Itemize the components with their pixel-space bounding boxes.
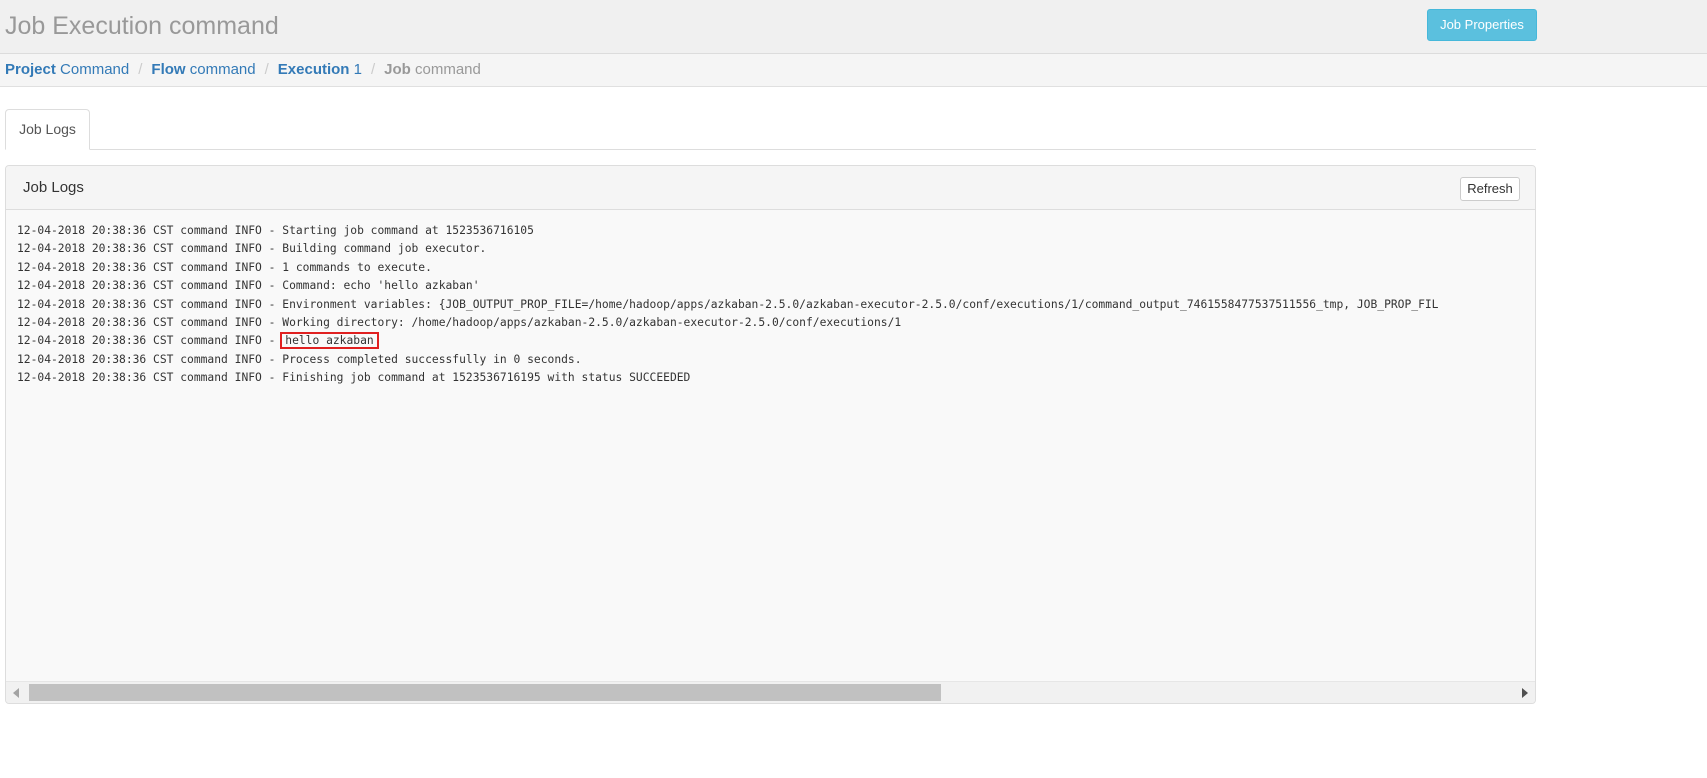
- log-line: 12-04-2018 20:38:36 CST command INFO - 1…: [17, 259, 1439, 277]
- log-output: 12-04-2018 20:38:36 CST command INFO - S…: [6, 211, 1535, 681]
- scroll-left-arrow-icon[interactable]: [13, 688, 19, 698]
- log-line: 12-04-2018 20:38:36 CST command INFO - W…: [17, 314, 1439, 332]
- breadcrumb-bar: Project Command / Flow command / Execution 1…: [0, 54, 1707, 87]
- panel-title: Job Logs: [23, 179, 84, 196]
- breadcrumb-project-link[interactable]: Project Command: [5, 61, 129, 78]
- log-message: Process completed successfully in 0 seco…: [282, 352, 582, 366]
- page-header: Job Execution command Job Properties: [0, 0, 1707, 54]
- scroll-right-arrow-icon[interactable]: [1522, 688, 1528, 698]
- log-prefix: 12-04-2018 20:38:36 CST command INFO -: [17, 224, 283, 237]
- highlighted-log-message: hello azkaban: [280, 332, 379, 350]
- log-line: 12-04-2018 20:38:36 CST command INFO - h…: [17, 332, 1439, 350]
- tab-bar: Job Logs: [5, 109, 1536, 150]
- log-message: 1 commands to execute.: [282, 260, 432, 274]
- breadcrumb-project-value: Command: [60, 61, 130, 78]
- breadcrumb-job-value: command: [415, 61, 481, 78]
- tab-job-logs[interactable]: Job Logs: [5, 109, 90, 150]
- job-properties-button[interactable]: Job Properties: [1427, 9, 1537, 41]
- breadcrumb-project-label: Project: [5, 61, 56, 78]
- job-logs-panel: Job Logs Refresh 12-04-2018 20:38:36 CST…: [5, 165, 1536, 704]
- log-message: Command: echo 'hello azkaban': [282, 279, 480, 293]
- log-message: Building command job executor.: [282, 242, 487, 256]
- breadcrumb-job-current: Job command: [384, 61, 481, 78]
- page-title: Job Execution command: [5, 12, 279, 40]
- log-prefix: 12-04-2018 20:38:36 CST command INFO -: [17, 315, 283, 329]
- log-message: Starting job command at 1523536716105: [282, 224, 534, 237]
- log-message: Environment variables: {JOB_OUTPUT_PROP_…: [282, 297, 1439, 311]
- log-line: 12-04-2018 20:38:36 CST command INFO - P…: [17, 351, 1439, 369]
- breadcrumb-separator: /: [370, 61, 376, 78]
- breadcrumb-flow-link[interactable]: Flow command: [151, 61, 255, 78]
- breadcrumb-job-label: Job: [384, 61, 411, 78]
- breadcrumb-flow-label: Flow: [151, 61, 186, 78]
- breadcrumb-flow-value: command: [189, 61, 256, 78]
- log-prefix: 12-04-2018 20:38:36 CST command INFO -: [17, 352, 283, 366]
- log-line: 12-04-2018 20:38:36 CST command INFO - E…: [17, 296, 1439, 314]
- breadcrumb-separator: /: [264, 61, 269, 78]
- breadcrumb-execution-value: 1: [353, 61, 362, 78]
- horizontal-scrollbar[interactable]: [6, 681, 1535, 703]
- log-message: Finishing job command at 1523536716195 w…: [282, 371, 691, 385]
- log-prefix: 12-04-2018 20:38:36 CST command INFO -: [17, 242, 283, 256]
- log-prefix: 12-04-2018 20:38:36 CST command INFO -: [17, 371, 283, 385]
- scrollbar-thumb[interactable]: [29, 684, 941, 701]
- log-lines: 12-04-2018 20:38:36 CST command INFO - S…: [17, 222, 1439, 388]
- log-line: 12-04-2018 20:38:36 CST command INFO - F…: [17, 369, 1439, 387]
- breadcrumb-execution-link[interactable]: Execution 1: [278, 61, 362, 78]
- log-line: 12-04-2018 20:38:36 CST command INFO - S…: [17, 222, 1439, 240]
- log-prefix: 12-04-2018 20:38:36 CST command INFO -: [17, 297, 283, 311]
- log-prefix: 12-04-2018 20:38:36 CST command INFO -: [17, 334, 283, 348]
- log-line: 12-04-2018 20:38:36 CST command INFO - C…: [17, 277, 1439, 295]
- log-message: Working directory: /home/hadoop/apps/azk…: [282, 315, 902, 329]
- panel-heading: Job Logs Refresh: [6, 166, 1535, 210]
- breadcrumb-execution-label: Execution: [277, 61, 350, 78]
- log-prefix: 12-04-2018 20:38:36 CST command INFO -: [17, 279, 283, 293]
- breadcrumb: Project Command / Flow command / Execution 1…: [5, 61, 481, 79]
- log-prefix: 12-04-2018 20:38:36 CST command INFO -: [17, 260, 283, 274]
- refresh-button[interactable]: Refresh: [1460, 177, 1520, 201]
- breadcrumb-separator: /: [138, 61, 143, 78]
- log-line: 12-04-2018 20:38:36 CST command INFO - B…: [17, 240, 1439, 258]
